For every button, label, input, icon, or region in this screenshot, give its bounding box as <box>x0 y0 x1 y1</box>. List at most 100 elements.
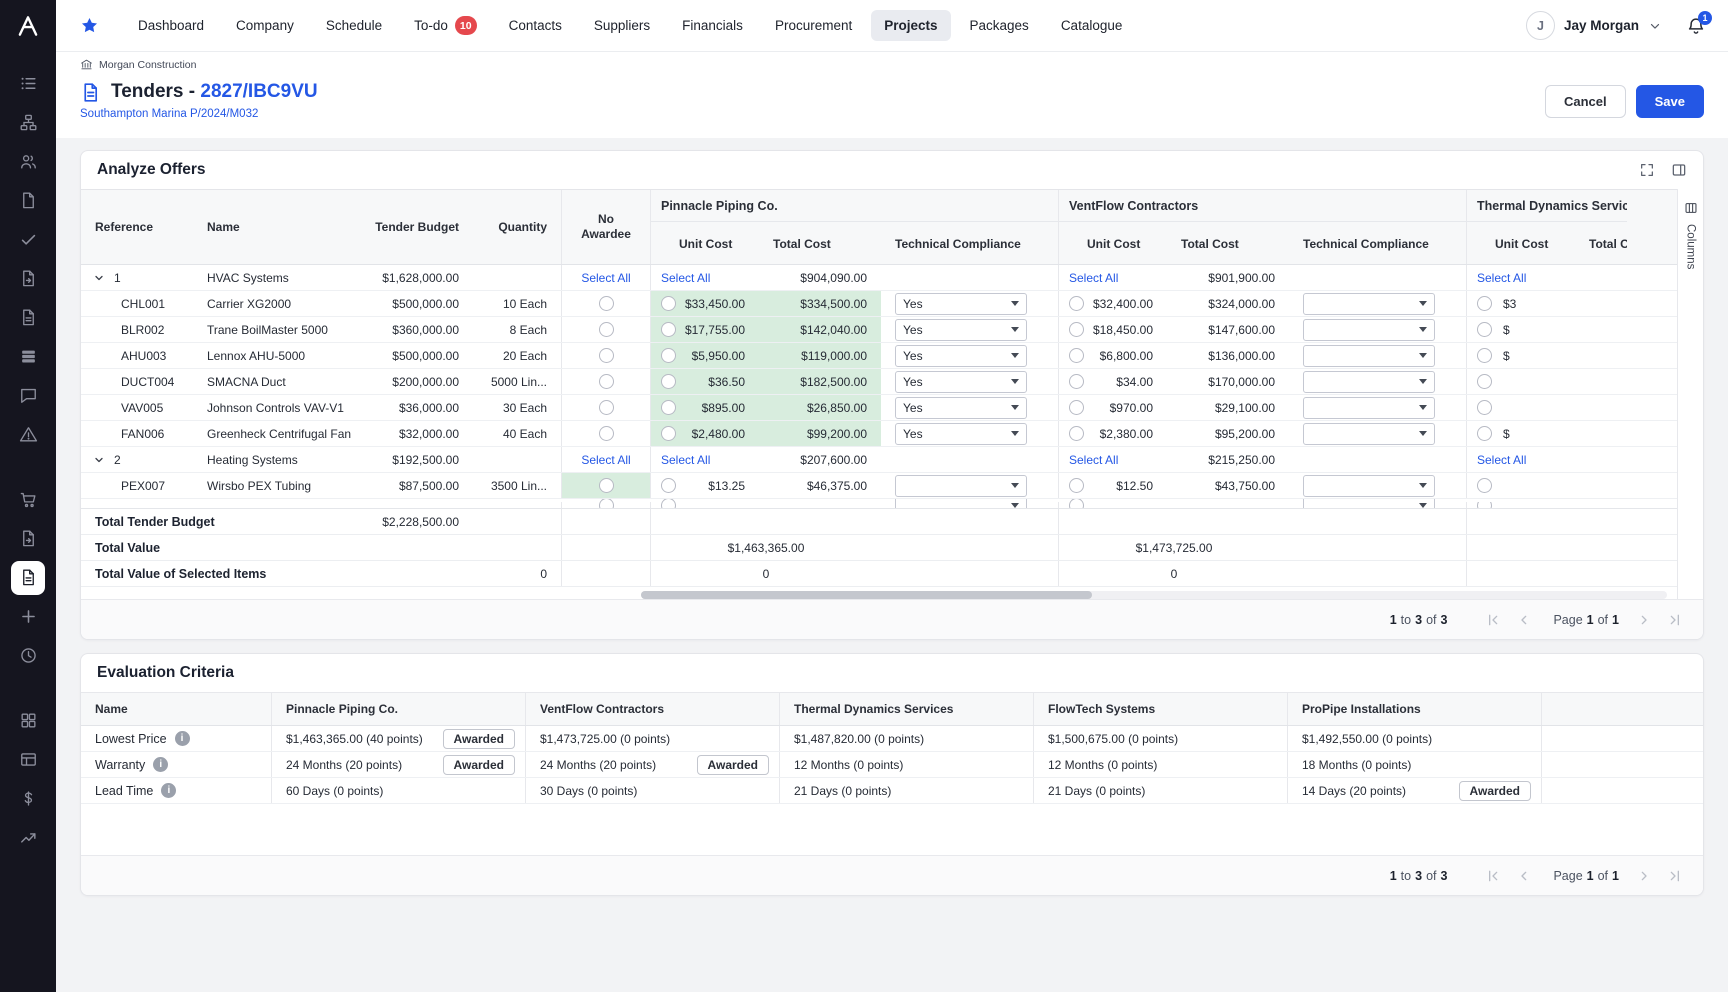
side-panel-icon[interactable] <box>1671 162 1687 178</box>
award-radio[interactable] <box>1477 296 1492 311</box>
compliance-select[interactable] <box>1303 397 1435 419</box>
app-logo[interactable] <box>0 0 56 52</box>
compliance-select[interactable] <box>1303 345 1435 367</box>
award-radio[interactable] <box>661 499 676 509</box>
next-page-button[interactable] <box>1636 612 1652 628</box>
award-radio[interactable] <box>1069 400 1084 415</box>
select-all-link[interactable]: Select All <box>581 271 630 285</box>
sidebar-item[interactable] <box>0 64 56 103</box>
sidebar-item[interactable] <box>0 740 56 779</box>
select-all-link[interactable]: Select All <box>1477 453 1526 467</box>
award-radio[interactable] <box>1477 374 1492 389</box>
nav-item[interactable]: Schedule <box>313 10 395 41</box>
compliance-select[interactable] <box>1303 475 1435 497</box>
no-awardee-radio[interactable] <box>599 478 614 493</box>
sidebar-item[interactable] <box>0 519 56 558</box>
no-awardee-radio[interactable] <box>599 296 614 311</box>
no-awardee-radio[interactable] <box>599 426 614 441</box>
breadcrumb[interactable]: Morgan Construction <box>99 59 196 71</box>
info-icon[interactable]: i <box>161 783 176 798</box>
sidebar-item[interactable] <box>0 636 56 675</box>
select-all-link[interactable]: Select All <box>581 453 630 467</box>
award-radio[interactable] <box>661 426 676 441</box>
compliance-select[interactable] <box>1303 371 1435 393</box>
project-link[interactable]: Southampton Marina P/2024/M032 <box>80 108 258 120</box>
compliance-select[interactable]: Yes <box>895 293 1027 315</box>
sidebar-item[interactable] <box>0 558 56 597</box>
no-awardee-radio[interactable] <box>599 400 614 415</box>
nav-item[interactable]: Packages <box>957 10 1042 41</box>
notifications-button[interactable]: 1 <box>1686 16 1706 36</box>
columns-panel-tab[interactable]: Columns <box>1677 189 1703 599</box>
collapse-chevron-icon[interactable] <box>93 454 105 466</box>
compliance-select[interactable] <box>1303 423 1435 445</box>
award-radio[interactable] <box>661 400 676 415</box>
compliance-select[interactable]: Yes <box>895 319 1027 341</box>
sidebar-item[interactable] <box>0 103 56 142</box>
horizontal-scrollbar[interactable] <box>641 591 1667 599</box>
award-radio[interactable] <box>1069 348 1084 363</box>
sidebar-item[interactable] <box>0 220 56 259</box>
award-radio[interactable] <box>1069 322 1084 337</box>
sidebar-item[interactable] <box>0 298 56 337</box>
scrollbar-thumb[interactable] <box>641 591 1092 599</box>
award-radio[interactable] <box>661 478 676 493</box>
previous-page-button[interactable] <box>1516 612 1532 628</box>
compliance-select[interactable]: Yes <box>895 397 1027 419</box>
nav-item[interactable]: Company <box>223 10 307 41</box>
nav-item[interactable]: Financials <box>669 10 756 41</box>
select-all-link[interactable]: Select All <box>661 453 710 467</box>
nav-item[interactable]: Dashboard <box>125 10 217 41</box>
compliance-select[interactable] <box>1303 499 1435 509</box>
no-awardee-radio[interactable] <box>599 374 614 389</box>
award-radio[interactable] <box>1069 296 1084 311</box>
sidebar-item[interactable] <box>0 415 56 454</box>
sidebar-item[interactable] <box>0 142 56 181</box>
no-awardee-radio[interactable] <box>599 499 614 509</box>
sidebar-item[interactable] <box>0 181 56 220</box>
next-page-button[interactable] <box>1636 868 1652 884</box>
award-radio[interactable] <box>661 322 676 337</box>
sidebar-item[interactable] <box>0 480 56 519</box>
award-radio[interactable] <box>1477 502 1492 508</box>
compliance-select[interactable]: Yes <box>895 371 1027 393</box>
last-page-button[interactable] <box>1667 612 1683 628</box>
user-menu[interactable]: J Jay Morgan <box>1526 11 1662 40</box>
info-icon[interactable]: i <box>153 757 168 772</box>
tender-code-link[interactable]: 2827/IBC9VU <box>200 81 317 102</box>
award-radio[interactable] <box>1069 426 1084 441</box>
fullscreen-icon[interactable] <box>1639 162 1655 178</box>
compliance-select[interactable]: Yes <box>895 423 1027 445</box>
sidebar-item[interactable] <box>0 376 56 415</box>
compliance-select[interactable] <box>895 475 1027 497</box>
last-page-button[interactable] <box>1667 868 1683 884</box>
nav-item[interactable]: Contacts <box>496 10 575 41</box>
select-all-link[interactable]: Select All <box>1069 271 1118 285</box>
collapse-chevron-icon[interactable] <box>93 272 105 284</box>
award-radio[interactable] <box>1477 400 1492 415</box>
sidebar-item[interactable] <box>0 701 56 740</box>
sidebar-item[interactable] <box>0 818 56 857</box>
select-all-link[interactable]: Select All <box>1069 453 1118 467</box>
no-awardee-radio[interactable] <box>599 348 614 363</box>
select-all-link[interactable]: Select All <box>661 271 710 285</box>
nav-item[interactable]: Suppliers <box>581 10 663 41</box>
compliance-select[interactable] <box>1303 293 1435 315</box>
nav-item[interactable]: To-do 10 <box>401 8 489 43</box>
previous-page-button[interactable] <box>1516 868 1532 884</box>
award-radio[interactable] <box>1477 348 1492 363</box>
award-radio[interactable] <box>661 296 676 311</box>
nav-item[interactable]: Procurement <box>762 10 865 41</box>
nav-item[interactable]: Catalogue <box>1048 10 1136 41</box>
first-page-button[interactable] <box>1485 868 1501 884</box>
info-icon[interactable]: i <box>175 731 190 746</box>
award-radio[interactable] <box>661 348 676 363</box>
sidebar-item[interactable] <box>0 337 56 376</box>
sidebar-item[interactable] <box>0 779 56 818</box>
award-radio[interactable] <box>1477 426 1492 441</box>
compliance-select[interactable] <box>895 499 1027 509</box>
sidebar-item[interactable] <box>0 259 56 298</box>
favorites-star-icon[interactable] <box>80 16 99 35</box>
compliance-select[interactable]: Yes <box>895 345 1027 367</box>
save-button[interactable]: Save <box>1636 85 1704 118</box>
